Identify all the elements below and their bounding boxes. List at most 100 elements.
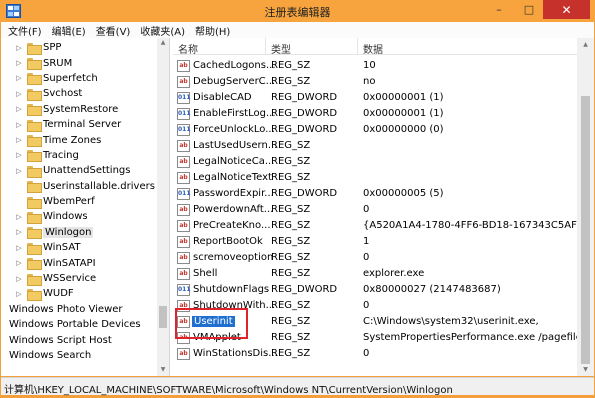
- expand-arrow-icon[interactable]: ▷: [15, 136, 23, 144]
- folder-icon: [27, 242, 42, 255]
- tree-item[interactable]: ▷ SRUM: [1, 55, 157, 71]
- value-row[interactable]: ab CachedLogons... REG_SZ 10: [173, 58, 577, 74]
- expand-arrow-icon[interactable]: ▷: [15, 213, 23, 221]
- expand-arrow-icon[interactable]: ▷: [15, 90, 23, 98]
- title-bar[interactable]: 注册表编辑器 – □ ✕: [0, 0, 595, 22]
- column-header-data[interactable]: 数据: [363, 41, 383, 56]
- tree-item[interactable]: ▷ SPP: [1, 40, 157, 55]
- registry-editor-window: 注册表编辑器 – □ ✕ 文件(F) 编辑(E) 查看(V) 收藏夹(A) 帮助…: [0, 0, 595, 398]
- tree-root-item[interactable]: Windows Photo Viewer: [1, 302, 157, 317]
- value-row[interactable]: 011 ForceUnlockLo... REG_DWORD 0x00000000 (…: [173, 122, 577, 138]
- folder-icon: [27, 211, 42, 224]
- value-row[interactable]: ab LegalNoticeCa... REG_SZ: [173, 154, 577, 170]
- tree-item[interactable]: ▷ Terminal Server: [1, 117, 157, 132]
- folder-icon: [27, 88, 42, 101]
- tree-item[interactable]: ▷ Windows: [1, 209, 157, 224]
- value-row[interactable]: ab LegalNoticeText REG_SZ: [173, 170, 577, 186]
- value-type: REG_SZ: [271, 76, 311, 87]
- value-name: ReportBootOk: [193, 236, 263, 247]
- tree-item[interactable]: ▷ Tracing: [1, 148, 157, 163]
- menu-edit[interactable]: 编辑(E): [47, 23, 91, 38]
- expand-arrow-icon[interactable]: ▷: [15, 259, 23, 267]
- dword-value-icon: 011: [177, 92, 191, 104]
- scroll-up-icon[interactable]: ▲: [577, 40, 594, 50]
- tree-item[interactable]: ▷ WSService: [1, 271, 157, 286]
- value-type: REG_SZ: [271, 172, 311, 183]
- tree-item[interactable]: ▷ WinSAT: [1, 240, 157, 255]
- value-row[interactable]: 011 EnableFirstLog... REG_DWORD 0x00000001 …: [173, 106, 577, 122]
- expand-arrow-icon[interactable]: ▷: [15, 74, 23, 82]
- expand-arrow-icon[interactable]: ▷: [15, 121, 23, 129]
- tree-item[interactable]: Userinstallable.drivers: [1, 179, 157, 194]
- tree-root-item[interactable]: Windows Search: [1, 348, 157, 363]
- tree-item[interactable]: ▷ UnattendSettings: [1, 163, 157, 178]
- value-row[interactable]: 011 ShutdownFlags REG_DWORD 0x80000027 (214…: [173, 282, 577, 298]
- value-data: explorer.exe: [363, 268, 425, 279]
- string-value-icon: ab: [177, 348, 190, 360]
- list-scroll-thumb[interactable]: [581, 96, 590, 364]
- expand-arrow-icon[interactable]: ▷: [15, 167, 23, 175]
- scroll-down-icon[interactable]: ▼: [157, 365, 169, 375]
- tree-item-label: WinSAT: [43, 242, 81, 254]
- value-row[interactable]: ab WinStationsDis... REG_SZ 0: [173, 346, 577, 362]
- tree-scrollbar[interactable]: ▲ ▼: [157, 38, 169, 376]
- maximize-button[interactable]: □: [514, 0, 544, 19]
- value-row[interactable]: ab ReportBootOk REG_SZ 1: [173, 234, 577, 250]
- expand-arrow-icon[interactable]: ▷: [15, 228, 23, 236]
- value-type: REG_DWORD: [271, 108, 338, 119]
- column-divider[interactable]: [265, 38, 266, 55]
- tree-item-label: Userinstallable.drivers: [43, 180, 155, 192]
- folder-icon: [27, 165, 42, 178]
- value-row[interactable]: ab LastUsedUsern... REG_SZ: [173, 138, 577, 154]
- value-data: 0x00000001 (1): [363, 92, 444, 103]
- expand-arrow-icon[interactable]: ▷: [15, 275, 23, 283]
- value-row[interactable]: ab PowerdownAft... REG_SZ 0: [173, 202, 577, 218]
- expand-arrow-icon[interactable]: ▷: [15, 290, 23, 298]
- list-scrollbar[interactable]: ▲ ▼: [577, 38, 594, 376]
- value-row[interactable]: ab DebugServerC... REG_SZ no: [173, 74, 577, 90]
- tree-item[interactable]: ▷ WUDF: [1, 286, 157, 301]
- close-button[interactable]: ✕: [543, 0, 590, 19]
- tree-item[interactable]: ▷ Time Zones: [1, 132, 157, 148]
- tree-item[interactable]: ▷ WinSATAPI: [1, 255, 157, 271]
- tree-item[interactable]: ▷ SystemRestore: [1, 102, 157, 117]
- value-row[interactable]: 011 DisableCAD REG_DWORD 0x00000001 (1): [173, 90, 577, 106]
- expand-arrow-icon[interactable]: ▷: [15, 105, 23, 113]
- tree-item[interactable]: WbemPerf: [1, 194, 157, 209]
- tree-root-item[interactable]: Windows Script Host: [1, 332, 157, 347]
- menu-view[interactable]: 查看(V): [91, 23, 136, 38]
- value-row[interactable]: 011 PasswordExpir... REG_DWORD 0x00000005 (…: [173, 186, 577, 202]
- value-type: REG_SZ: [271, 300, 311, 311]
- scroll-up-icon[interactable]: ▲: [157, 38, 169, 48]
- menu-help[interactable]: 帮助(H): [190, 23, 235, 38]
- column-header-type[interactable]: 类型: [271, 41, 291, 56]
- menu-favorites[interactable]: 收藏夹(A): [135, 23, 190, 38]
- expand-arrow-icon[interactable]: ▷: [15, 151, 23, 159]
- value-data: 0x00000000 (0): [363, 124, 444, 135]
- tree-item-label: Winlogon: [43, 226, 94, 238]
- tree-root-item[interactable]: Windows Portable Devices: [1, 317, 157, 332]
- expand-arrow-icon[interactable]: ▷: [15, 59, 23, 67]
- tree-item[interactable]: ▷ Svchost: [1, 86, 157, 101]
- expand-arrow-icon[interactable]: ▷: [15, 244, 23, 252]
- expand-arrow-icon[interactable]: ▷: [15, 44, 23, 52]
- value-name: PreCreateKno...: [193, 220, 271, 231]
- dword-value-icon: 011: [177, 284, 191, 296]
- tree-item-label: WSService: [43, 273, 97, 285]
- value-type: REG_SZ: [271, 60, 311, 71]
- menu-file[interactable]: 文件(F): [3, 23, 47, 38]
- key-tree: ▷ SPP ▷ SRUM ▷ Superfetch ▷ Svchost ▷ SystemResto…: [1, 40, 157, 363]
- value-row[interactable]: ab scremoveoption REG_SZ 0: [173, 250, 577, 266]
- tree-item-label: Windows Portable Devices: [9, 319, 141, 331]
- column-header-name[interactable]: 名称: [178, 41, 198, 56]
- column-divider[interactable]: [357, 38, 358, 55]
- minimize-button[interactable]: –: [484, 0, 514, 19]
- value-row[interactable]: ab PreCreateKno... REG_SZ {A520A1A4-1780-4F…: [173, 218, 594, 234]
- tree-item-label: Windows Search: [9, 350, 92, 361]
- tree-item[interactable]: ▷ Superfetch: [1, 71, 157, 86]
- value-row[interactable]: ab Shell REG_SZ explorer.exe: [173, 266, 577, 282]
- scroll-down-icon[interactable]: ▼: [577, 365, 594, 375]
- tree-item[interactable]: ▷ Winlogon: [1, 225, 157, 240]
- client-area: ▷ SPP ▷ SRUM ▷ Superfetch ▷ Svchost ▷ SystemResto…: [1, 38, 594, 376]
- tree-scroll-thumb[interactable]: [159, 306, 167, 328]
